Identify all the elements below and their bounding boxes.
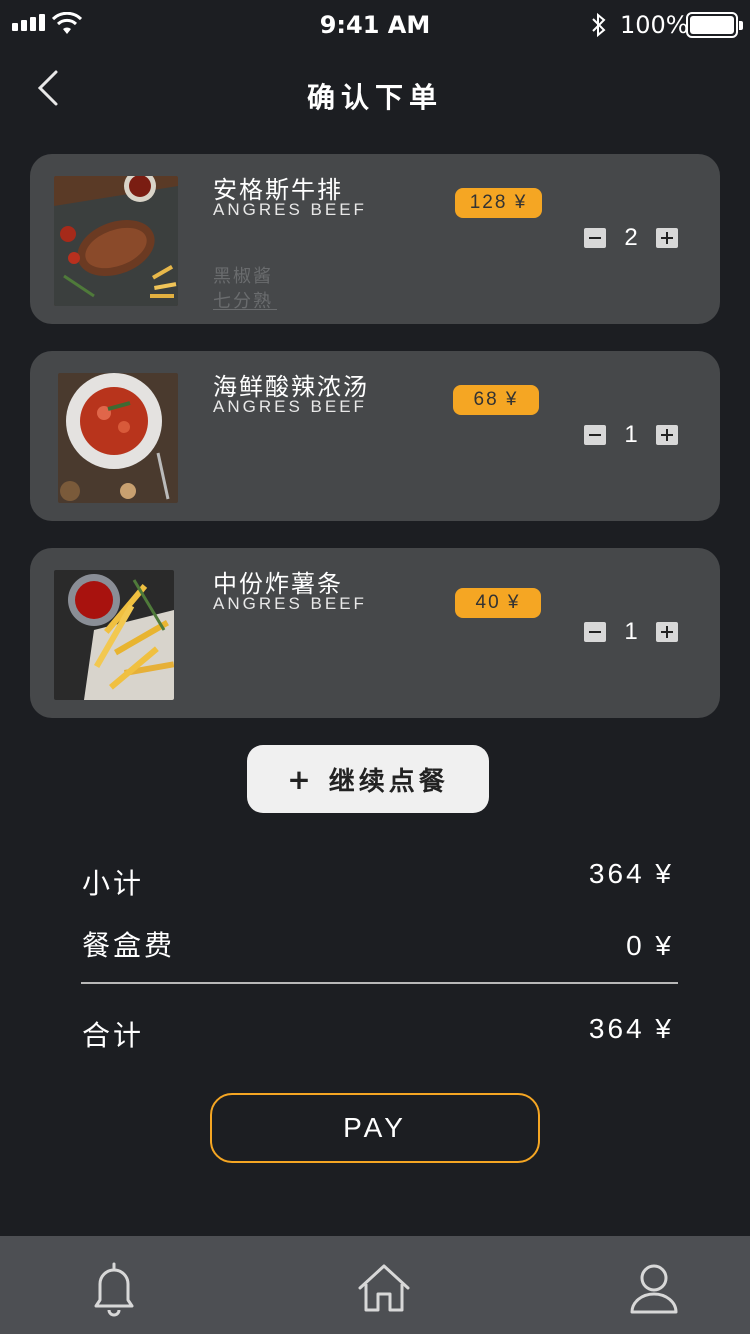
item-option-sauce: 黑椒酱: [213, 266, 273, 287]
continue-ordering-button[interactable]: + 继续点餐: [247, 745, 489, 813]
decrease-quantity-button[interactable]: [584, 622, 606, 642]
bluetooth-icon: [592, 12, 606, 38]
price-badge: 68 ¥: [453, 385, 539, 415]
total-label: 合计: [82, 1019, 145, 1052]
subtotal-label: 小计: [82, 867, 145, 900]
summary-divider: [81, 982, 678, 984]
option-underline: [213, 309, 277, 310]
page-title: 确认下单: [306, 81, 443, 114]
quantity-value: 1: [624, 618, 638, 645]
battery-percentage: 100%: [620, 11, 689, 39]
quantity-value: 1: [624, 421, 638, 448]
order-item-card: 中份炸薯条 ANGRES BEEF 40 ¥ 1: [30, 548, 720, 718]
item-subtitle: ANGRES BEEF: [213, 200, 367, 219]
price-badge: 128 ¥: [455, 188, 542, 218]
decrease-quantity-button[interactable]: [584, 425, 606, 445]
increase-quantity-button[interactable]: [656, 425, 678, 445]
order-item-card: 安格斯牛排 ANGRES BEEF 黑椒酱 七分熟 128 ¥ 2: [30, 154, 720, 324]
soup-image: [58, 373, 178, 503]
order-item-card: 海鲜酸辣浓汤 ANGRES BEEF 68 ¥ 1: [30, 351, 720, 521]
item-subtitle: ANGRES BEEF: [213, 594, 367, 613]
increase-quantity-button[interactable]: [656, 622, 678, 642]
home-icon: [358, 1264, 410, 1312]
plus-icon: +: [287, 762, 311, 796]
pay-button[interactable]: PAY: [210, 1093, 540, 1163]
box-fee-label: 餐盒费: [82, 929, 176, 962]
tab-home[interactable]: [354, 1258, 414, 1318]
continue-ordering-label: 继续点餐: [328, 766, 449, 797]
steak-image: [54, 176, 178, 306]
fries-image: [54, 570, 174, 700]
bell-icon: [94, 1262, 134, 1317]
increase-quantity-button[interactable]: [656, 228, 678, 248]
tab-bar: [0, 1236, 750, 1334]
tab-profile[interactable]: [624, 1258, 684, 1318]
tab-notifications[interactable]: [84, 1258, 144, 1318]
battery-icon: [686, 12, 743, 38]
box-fee-value: 0 ¥: [626, 930, 674, 961]
status-bar: 9:41 AM 100%: [0, 0, 750, 50]
quantity-value: 2: [624, 224, 638, 251]
price-badge: 40 ¥: [455, 588, 541, 618]
decrease-quantity-button[interactable]: [584, 228, 606, 248]
total-value: 364 ¥: [588, 1013, 674, 1044]
item-subtitle: ANGRES BEEF: [213, 397, 367, 416]
subtotal-value: 364 ¥: [588, 858, 674, 889]
user-icon: [630, 1264, 678, 1314]
